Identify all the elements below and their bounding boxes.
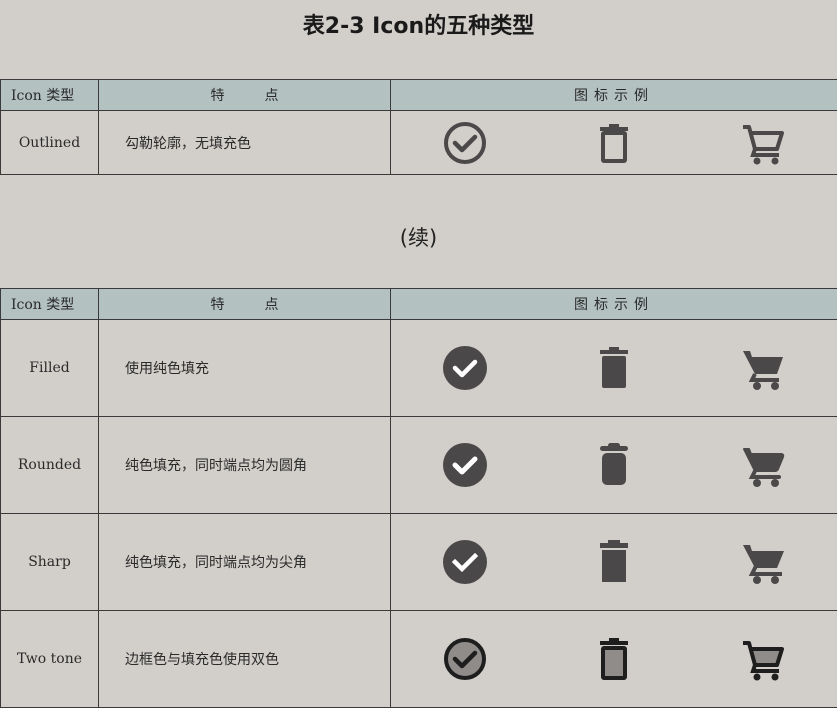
row-type: Rounded: [0, 416, 99, 514]
check-circle-icon: [441, 441, 489, 489]
row-type: Sharp: [0, 513, 99, 611]
row-type: Two tone: [0, 610, 99, 708]
table-row: Filled 使用纯色填充: [0, 319, 837, 417]
row-icons: [390, 319, 837, 417]
header-type: Icon 类型: [0, 79, 99, 111]
shopping-cart-icon: [739, 441, 787, 489]
header-feature: 特点: [98, 288, 391, 320]
check-circle-icon: [441, 635, 489, 683]
table-title: 表2-3 Icon的五种类型: [302, 14, 535, 39]
table-row: Outlined 勾勒轮廓，无填充色: [0, 110, 837, 175]
shopping-cart-icon: [739, 538, 787, 586]
row-feature: 勾勒轮廓，无填充色: [98, 110, 391, 175]
row-feature: 边框色与填充色使用双色: [98, 610, 391, 708]
continued-label: (续): [399, 226, 438, 250]
table-row: Sharp 纯色填充，同时端点均为尖角: [0, 513, 837, 611]
trash-icon: [590, 441, 638, 489]
header-type: Icon 类型: [0, 288, 99, 320]
shopping-cart-icon: [739, 635, 787, 683]
trash-icon: [590, 344, 638, 392]
row-icons: [390, 610, 837, 708]
check-circle-icon: [441, 119, 489, 167]
row-feature: 使用纯色填充: [98, 319, 391, 417]
row-feature: 纯色填充，同时端点均为尖角: [98, 513, 391, 611]
row-type: Outlined: [0, 110, 99, 175]
header-examples: 图标示例: [390, 288, 837, 320]
check-circle-icon: [441, 538, 489, 586]
row-feature: 纯色填充，同时端点均为圆角: [98, 416, 391, 514]
row-icons: [390, 110, 837, 175]
table-row: Two tone 边框色与填充色使用双色: [0, 610, 837, 708]
check-circle-icon: [441, 344, 489, 392]
header-feature: 特点: [98, 79, 391, 111]
header-examples: 图标示例: [390, 79, 837, 111]
trash-icon: [590, 538, 638, 586]
row-icons: [390, 513, 837, 611]
shopping-cart-icon: [739, 344, 787, 392]
icon-types-table-part1: Icon 类型 特点 图标示例 Outlined 勾勒轮廓，无填充色: [0, 79, 837, 175]
row-type: Filled: [0, 319, 99, 417]
trash-icon: [590, 635, 638, 683]
icon-types-table-part2: Icon 类型 特点 图标示例 Filled 使用纯色填充 Rounded 纯色…: [0, 288, 837, 708]
row-icons: [390, 416, 837, 514]
trash-icon: [590, 119, 638, 167]
table-row: Rounded 纯色填充，同时端点均为圆角: [0, 416, 837, 514]
shopping-cart-icon: [739, 119, 787, 167]
